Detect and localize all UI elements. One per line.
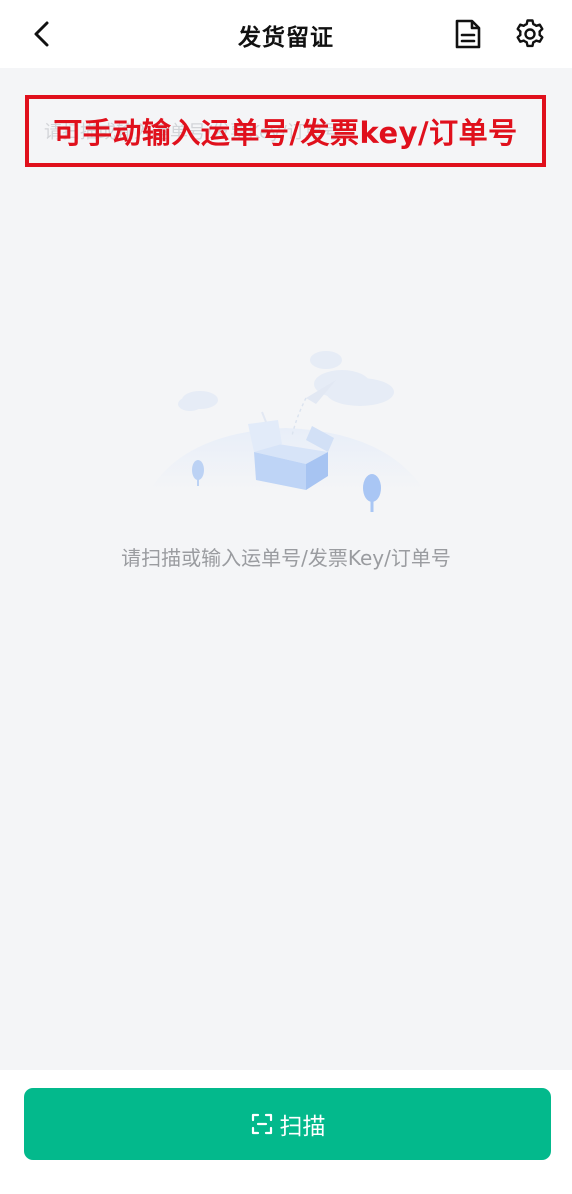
scan-icon [250, 1112, 274, 1136]
empty-box-illustration [146, 340, 426, 520]
annotation-text: 可手动输入运单号/发票key/订单号 [53, 116, 518, 150]
document-icon [455, 19, 481, 49]
annotation-box: 可手动输入运单号/发票key/订单号 [25, 95, 546, 167]
empty-state-message: 请扫描或输入运单号/发票Key/订单号 [121, 546, 451, 570]
gear-icon [516, 19, 544, 48]
records-button[interactable] [448, 14, 488, 54]
top-bar: 发货留证 [0, 0, 572, 68]
bottom-bar: 扫描 [0, 1070, 572, 1194]
scan-button-label: 扫描 [279, 1114, 326, 1140]
scan-button[interactable]: 扫描 [24, 1088, 551, 1160]
settings-button[interactable] [510, 14, 550, 54]
